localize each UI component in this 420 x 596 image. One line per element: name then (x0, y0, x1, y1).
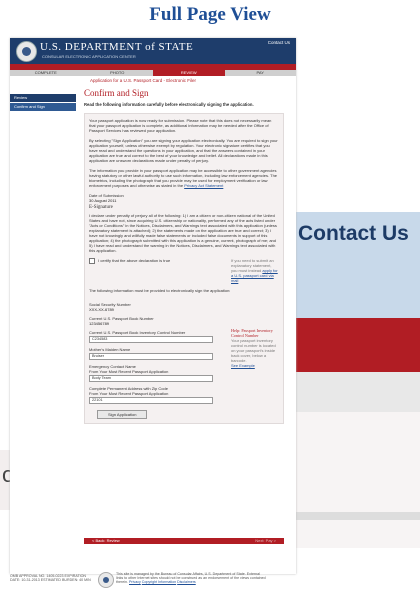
next-pay-button[interactable]: Next: Pay > (255, 538, 276, 544)
sidebar-item-confirm[interactable]: Confirm and Sign (10, 103, 76, 111)
esignature-title: E-Signature (89, 205, 113, 210)
emergency-sublabel: From Your Most Recent Passport Applicati… (89, 369, 169, 374)
sign-panel: Your passport application is now ready f… (84, 113, 284, 424)
provide-text: The following information must be provid… (89, 288, 231, 293)
tab-pay[interactable]: PAY (225, 70, 297, 76)
site-header: U.S. DEPARTMENT of STATE CONSULAR ELECTR… (10, 38, 296, 64)
page-title: Confirm and Sign (84, 88, 149, 98)
privacy-act-link[interactable]: Privacy Act Statement (184, 183, 223, 188)
inventory-input[interactable]: C234583 (89, 336, 213, 343)
department-title: U.S. DEPARTMENT of STATE (40, 41, 194, 53)
footer-text: This site is managed by the Bureau of Co… (116, 572, 266, 584)
zoom-contact-link: Contact Us (298, 222, 409, 245)
certify-option: I certify that the above declaration is … (89, 258, 225, 264)
help-title: Help: Passport Inventory Control Number (231, 328, 273, 338)
main-content: Confirm and Sign Read the following info… (84, 88, 284, 574)
tab-photo[interactable]: PHOTO (82, 70, 154, 76)
sidebar-item-review[interactable]: Review (10, 94, 76, 102)
footer-disclaimers-link[interactable]: Disclaimers (177, 580, 196, 584)
state-seal-icon (16, 41, 37, 62)
footer-privacy-link[interactable]: Privacy (129, 580, 141, 584)
page-caption: Full Page View (149, 4, 271, 25)
see-example-link[interactable]: See Example (231, 363, 255, 368)
ssn-value: XXX-XX-6789 (89, 307, 114, 312)
certify-label: I certify that the above declaration is … (98, 258, 171, 264)
help-text: Your passport inventory control number i… (231, 338, 276, 363)
sidebar: Review Confirm and Sign (10, 94, 76, 574)
mother-input[interactable]: Bruiser (89, 353, 213, 360)
omb-approval: OMB APPROVAL NO. 1405-0223 EXPIRATION DA… (10, 574, 91, 582)
address-input[interactable]: 22101 (89, 397, 213, 404)
current-book-value: 123456789 (89, 321, 110, 326)
progress-tabs: COMPLETE PHOTO REVIEW PAY (10, 70, 296, 76)
tab-complete[interactable]: COMPLETE (10, 70, 82, 76)
back-review-button[interactable]: < Back: Review (92, 538, 120, 544)
mother-label: Mother's Maiden Name (89, 347, 131, 352)
certify-row: I certify that the above declaration is … (89, 258, 279, 283)
page-footer: OMB APPROVAL NO. 1405-0223 EXPIRATION DA… (10, 570, 310, 594)
inventory-label: Current U.S. Passport Book Inventory Con… (89, 330, 186, 335)
page-screenshot: U.S. DEPARTMENT of STATE CONSULAR ELECTR… (10, 38, 296, 574)
para-ready: Your passport application is now ready f… (89, 118, 272, 133)
center-title: CONSULAR ELECTRONIC APPLICATION CENTER (42, 54, 136, 59)
footer-seal-icon (98, 572, 114, 588)
certify-checkbox[interactable] (89, 258, 95, 264)
bottom-nav: < Back: Review Next: Pay > (84, 538, 284, 544)
footer-copyright-link[interactable]: Copyright Information (142, 580, 176, 584)
help-box: Help: Passport Inventory Control Number … (231, 328, 279, 368)
sign-application-button[interactable]: Sign Application (97, 410, 148, 419)
para-signing: By selecting "Sign Application" you are … (89, 138, 278, 163)
para-privacy: The information you provide in your pass… (89, 168, 279, 188)
tab-review[interactable]: REVIEW (153, 70, 225, 76)
fields-row: Social Security Number XXX-XX-6789 Curre… (89, 298, 279, 404)
fields-column: Social Security Number XXX-XX-6789 Curre… (89, 298, 225, 404)
date-value: 30 August 2011 (89, 198, 117, 203)
emergency-input[interactable]: Body Team (89, 375, 213, 382)
esignature-text: I declare under penalty of perjury all o… (89, 213, 277, 253)
explanatory-hint: If you need to submit an explanatory sta… (231, 258, 279, 283)
application-title: Application for a U.S. Passport Card - E… (90, 78, 197, 83)
address-sublabel: From Your Most Recent Passport Applicati… (89, 391, 169, 396)
contact-link[interactable]: Contact Us (268, 40, 290, 45)
intro-text: Read the following information carefully… (84, 102, 254, 107)
